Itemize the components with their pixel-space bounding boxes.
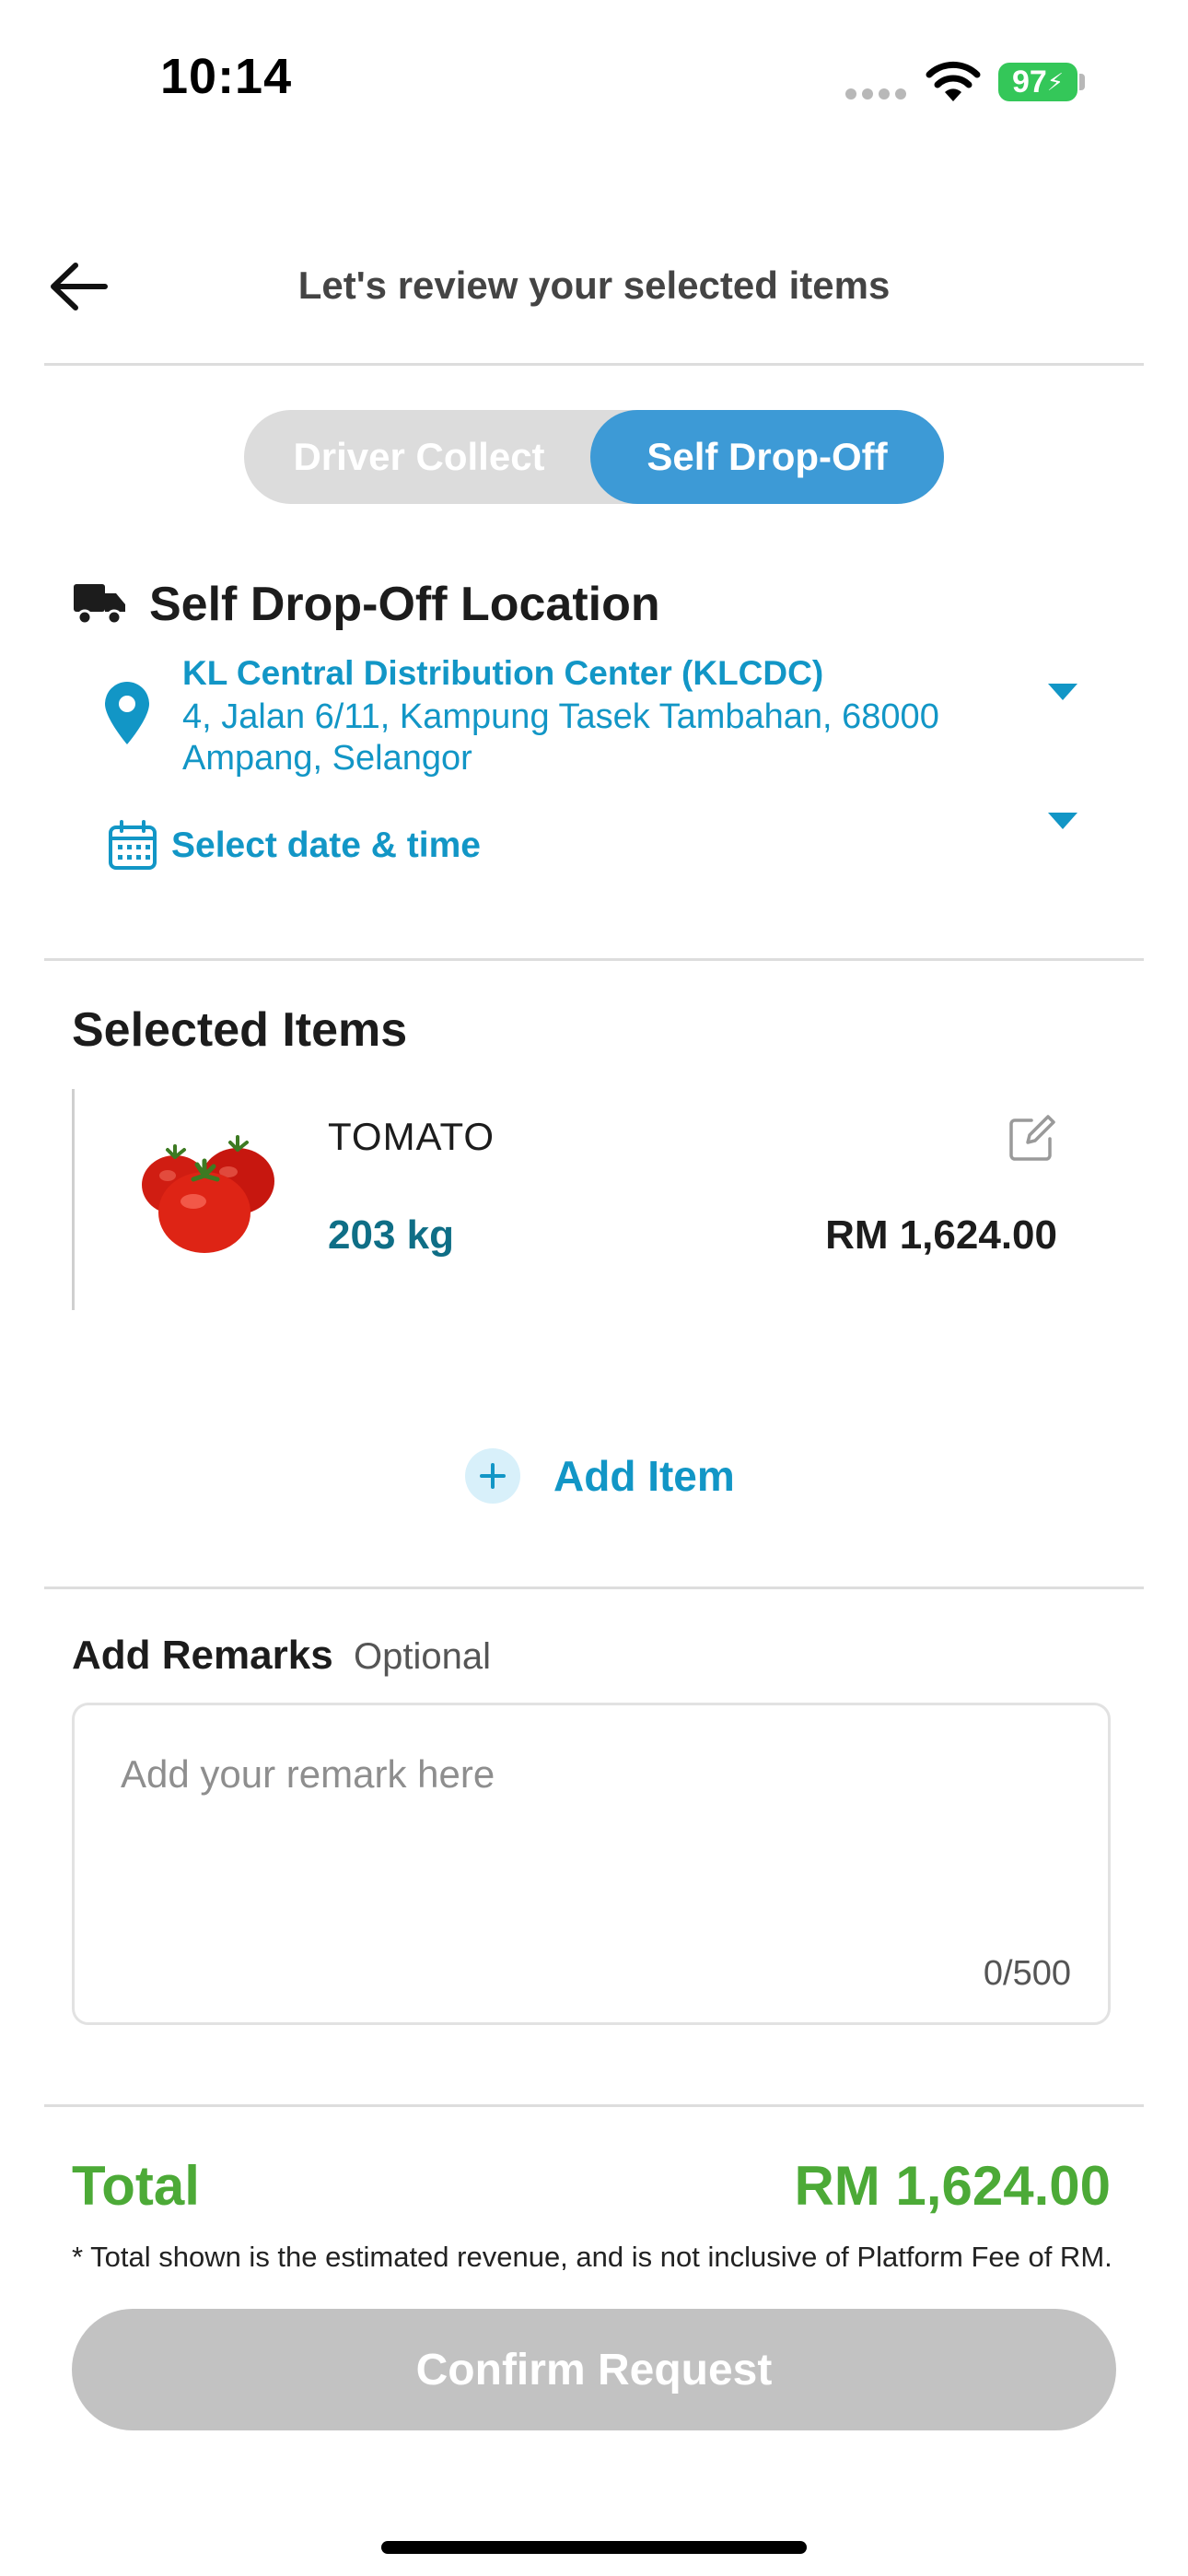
calendar-icon bbox=[109, 820, 157, 870]
wifi-icon bbox=[926, 61, 981, 101]
edit-icon[interactable] bbox=[1007, 1115, 1055, 1163]
date-time-select[interactable]: Select date & time bbox=[171, 825, 481, 866]
confirm-request-button[interactable]: Confirm Request bbox=[72, 2309, 1116, 2430]
remarks-divider bbox=[44, 2104, 1144, 2107]
location-name[interactable]: KL Central Distribution Center (KLCDC) bbox=[182, 654, 823, 693]
remarks-char-count: 0/500 bbox=[983, 1954, 1071, 1993]
add-item-button[interactable]: Add Item bbox=[465, 1446, 735, 1505]
location-pin-icon bbox=[105, 682, 149, 744]
location-address: 4, Jalan 6/11, Kampung Tasek Tambahan, 6… bbox=[182, 697, 939, 778]
date-dropdown-caret-icon[interactable] bbox=[1048, 813, 1077, 829]
battery-level: 97 bbox=[1011, 64, 1047, 100]
item-price: RM 1,624.00 bbox=[825, 1212, 1057, 1258]
charging-bolt-icon: ⚡ bbox=[1046, 67, 1065, 96]
selected-items-heading: Selected Items bbox=[72, 1003, 408, 1057]
item-card-border bbox=[72, 1089, 75, 1310]
total-disclaimer: * Total shown is the estimated revenue, … bbox=[72, 2241, 1112, 2273]
location-dropdown-caret-icon[interactable] bbox=[1048, 684, 1077, 700]
status-time: 10:14 bbox=[160, 49, 293, 104]
items-divider bbox=[44, 1587, 1144, 1589]
remarks-heading: Add Remarks bbox=[72, 1633, 333, 1678]
battery-indicator: 97 ⚡ bbox=[998, 63, 1077, 101]
page-title: Let's review your selected items bbox=[297, 263, 891, 307]
item-name: TOMATO bbox=[328, 1115, 495, 1158]
plus-icon bbox=[465, 1448, 520, 1504]
driver-collect-option[interactable]: Driver Collect bbox=[244, 410, 594, 504]
remarks-optional-label: Optional bbox=[354, 1636, 491, 1677]
cellular-signal-icon bbox=[845, 88, 906, 100]
truck-icon bbox=[74, 584, 125, 626]
add-item-label: Add Item bbox=[553, 1452, 735, 1500]
battery-tip bbox=[1079, 74, 1085, 90]
back-arrow-icon[interactable] bbox=[44, 258, 111, 315]
drop-off-location-heading: Self Drop-Off Location bbox=[149, 578, 660, 631]
header-divider bbox=[44, 363, 1144, 366]
tomato-image bbox=[142, 1135, 274, 1253]
total-label: Total bbox=[72, 2155, 200, 2217]
home-indicator[interactable] bbox=[381, 2541, 807, 2554]
delivery-mode-toggle: Driver Collect Self Drop-Off bbox=[244, 410, 944, 504]
total-value: RM 1,624.00 bbox=[794, 2155, 1111, 2217]
location-divider bbox=[44, 958, 1144, 961]
remarks-textarea-container[interactable]: 0/500 bbox=[72, 1703, 1111, 2025]
item-quantity: 203 kg bbox=[328, 1212, 454, 1258]
self-drop-off-option[interactable]: Self Drop-Off bbox=[590, 410, 944, 504]
remarks-input[interactable] bbox=[119, 1751, 1043, 1797]
